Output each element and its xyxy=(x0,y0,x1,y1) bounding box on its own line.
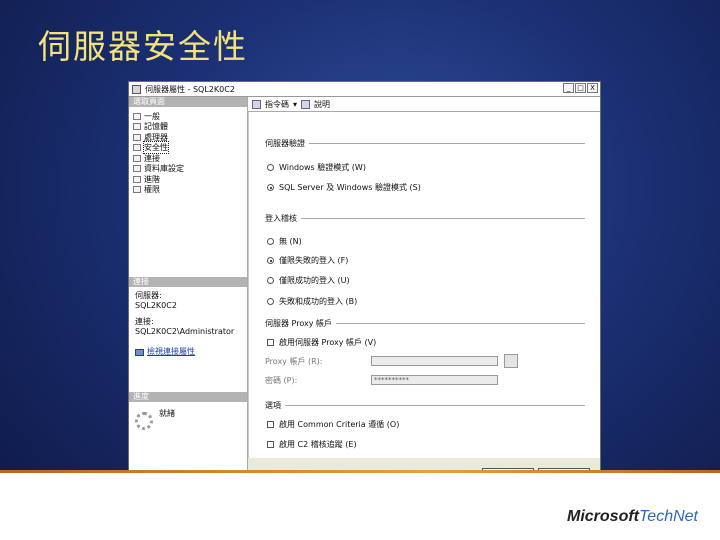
script-dropdown-icon[interactable]: ▾ xyxy=(293,100,297,109)
page-icon xyxy=(133,154,141,162)
script-icon[interactable] xyxy=(252,99,261,109)
footer-band xyxy=(0,473,720,540)
view-connection-properties-link[interactable]: 檢視連接屬性 xyxy=(135,347,241,357)
page-icon xyxy=(133,186,141,194)
enable-proxy-checkbox[interactable]: 啟用伺服器 Proxy 帳戶 (V) xyxy=(267,337,376,348)
proxy-account-label: Proxy 帳戶 (R): xyxy=(265,357,323,366)
proxy-account-field[interactable] xyxy=(371,356,498,366)
page-icon xyxy=(133,133,141,141)
server-label: 伺服器: xyxy=(135,291,162,300)
page-icon xyxy=(133,175,141,183)
audit-successful-radio[interactable]: 僅限成功的登入 (U) xyxy=(267,275,350,286)
page-item-security[interactable]: 安全性 xyxy=(133,141,247,155)
slide-title: 伺服器安全性 xyxy=(38,27,248,66)
toolbar: 指令碼 ▾ 說明 xyxy=(248,97,600,112)
audit-failed-radio[interactable]: 僅限失敗的登入 (F) xyxy=(267,255,348,266)
page-item-permissions[interactable]: 權限 xyxy=(133,185,247,196)
proxy-browse-button[interactable] xyxy=(504,354,518,368)
minimize-button[interactable]: _ xyxy=(563,83,574,93)
page-icon xyxy=(133,165,141,173)
page-item-connections[interactable]: 連接 xyxy=(133,153,247,164)
close-button[interactable]: X xyxy=(587,83,598,93)
help-button[interactable]: 說明 xyxy=(314,99,330,110)
title-bar: 伺服器屬性 - SQL2K0C2 _ □ X xyxy=(129,82,600,97)
server-authentication-group: 伺服器驗證 xyxy=(265,138,585,149)
microsoft-technet-logo: MicrosoftTechNet xyxy=(567,508,698,525)
connection-header: 連接 xyxy=(129,277,247,287)
page-icon xyxy=(133,112,141,120)
progress-header: 進度 xyxy=(129,392,247,402)
page-list: 一般 記憶體 處理器 安全性 連接 資料庫設定 進階 權限 xyxy=(129,107,247,195)
audit-none-radio[interactable]: 無 (N) xyxy=(267,236,302,247)
password-field[interactable]: ********** xyxy=(371,375,498,385)
page-item-processors[interactable]: 處理器 xyxy=(133,132,247,143)
window-title: 伺服器屬性 - SQL2K0C2 xyxy=(145,84,235,94)
connection-value: SQL2K0C2\Administrator xyxy=(135,327,235,336)
script-button[interactable]: 指令碼 xyxy=(265,99,289,110)
security-page: 伺服器驗證 Windows 驗證模式 (W) SQL Server 及 Wind… xyxy=(248,112,600,458)
login-auditing-group: 登入稽核 xyxy=(265,213,585,224)
page-item-general[interactable]: 一般 xyxy=(133,111,247,122)
window-icon xyxy=(132,84,141,94)
page-item-memory[interactable]: 記憶體 xyxy=(133,122,247,133)
progress-status: 就緒 xyxy=(159,409,175,418)
server-properties-dialog: 伺服器屬性 - SQL2K0C2 _ □ X 選取頁面 一般 記憶體 處理器 安… xyxy=(128,81,601,493)
common-criteria-checkbox[interactable]: 啟用 Common Criteria 遵循 (O) xyxy=(267,419,399,430)
page-item-database-settings[interactable]: 資料庫設定 xyxy=(133,164,247,175)
progress-spinner-icon xyxy=(135,412,153,430)
options-group: 選項 xyxy=(265,400,585,411)
left-pane: 選取頁面 一般 記憶體 處理器 安全性 連接 資料庫設定 進階 權限 連接 伺服… xyxy=(129,97,248,493)
auth-windows-radio[interactable]: Windows 驗證模式 (W) xyxy=(267,162,366,173)
audit-both-radio[interactable]: 失敗和成功的登入 (B) xyxy=(267,296,357,307)
help-icon[interactable] xyxy=(301,99,311,109)
select-page-header: 選取頁面 xyxy=(129,97,247,107)
c2-audit-checkbox[interactable]: 啟用 C2 稽核追蹤 (E) xyxy=(267,439,357,450)
page-icon xyxy=(133,123,141,131)
proxy-account-group: 伺服器 Proxy 帳戶 xyxy=(265,318,585,329)
password-label: 密碼 (P): xyxy=(265,376,298,385)
auth-mixed-radio[interactable]: SQL Server 及 Windows 驗證模式 (S) xyxy=(267,182,421,193)
connection-label: 連接: xyxy=(135,317,154,326)
server-value: SQL2K0C2 xyxy=(135,301,177,310)
page-item-advanced[interactable]: 進階 xyxy=(133,174,247,185)
maximize-button[interactable]: □ xyxy=(575,83,586,93)
connection-properties-icon xyxy=(135,348,144,356)
page-icon xyxy=(133,144,141,152)
